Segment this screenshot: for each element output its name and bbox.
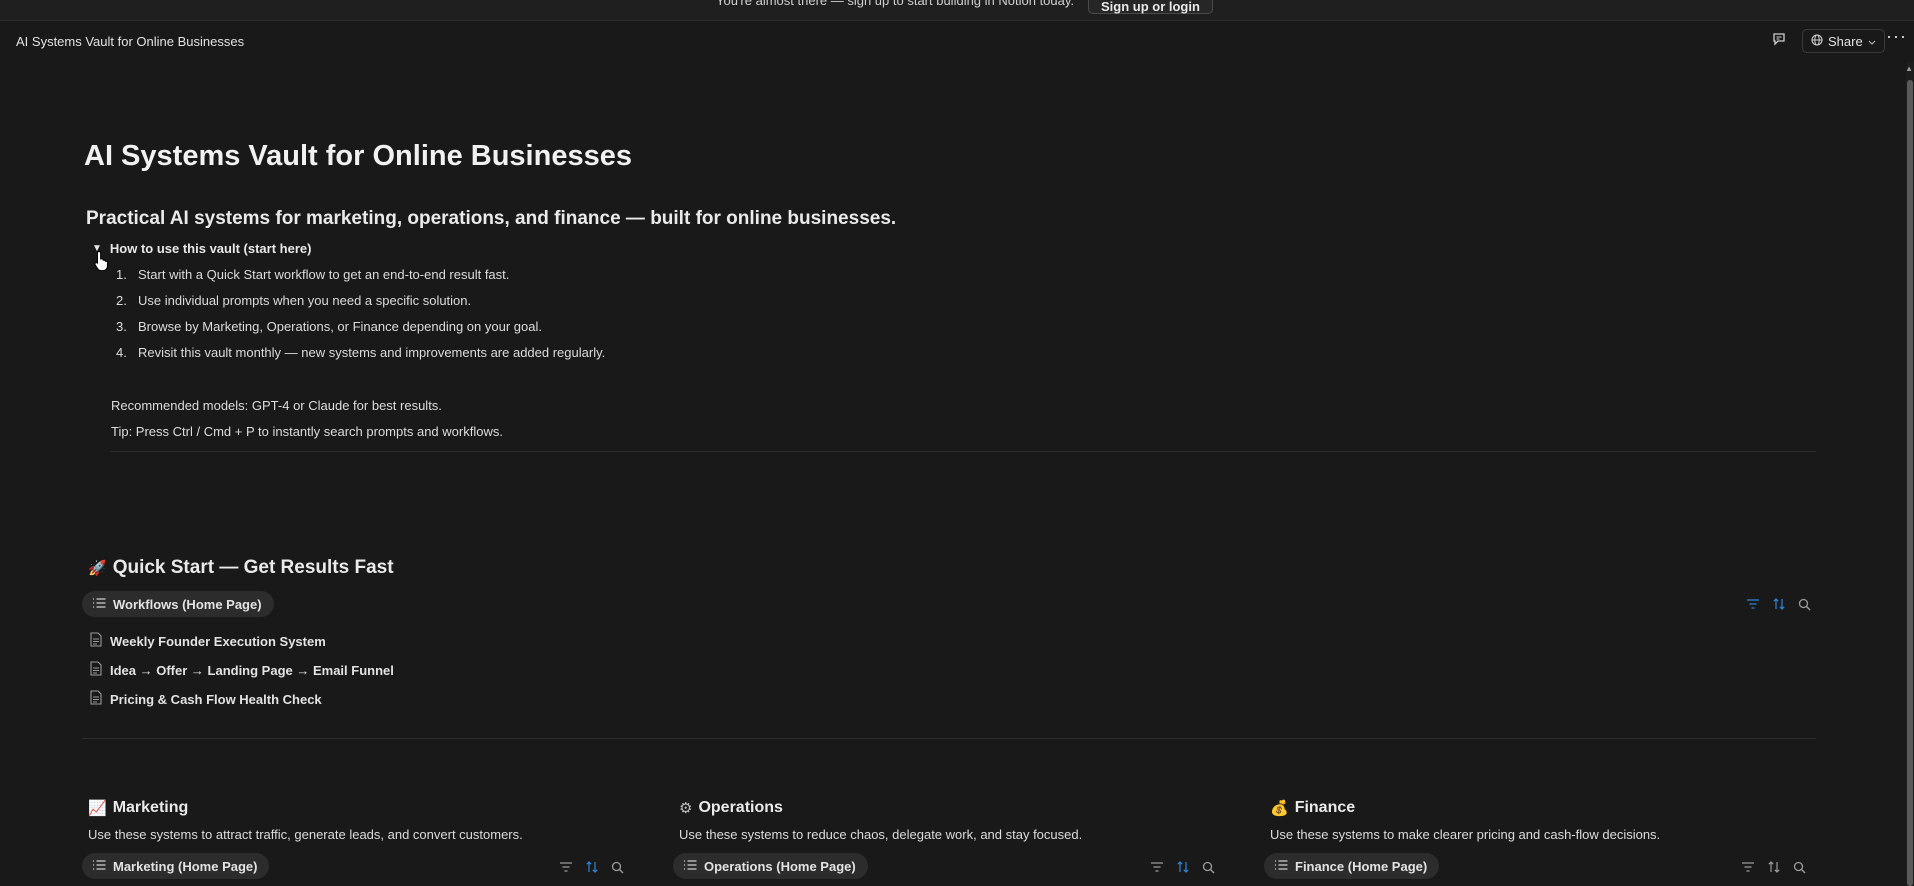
sort-icon[interactable] [1772, 597, 1786, 611]
list-view-icon [92, 859, 106, 874]
operations-heading-text: Operations [698, 799, 783, 816]
finance-view-tools [1741, 860, 1806, 874]
divider [82, 738, 1816, 739]
steps-list: 1. Start with a Quick Start workflow to … [116, 267, 605, 371]
finance-description: Use these systems to make clearer pricin… [1270, 827, 1661, 842]
gear-icon: ⚙ [679, 800, 693, 817]
list-item: 3. Browse by Marketing, Operations, or F… [116, 319, 605, 345]
globe-icon [1811, 33, 1823, 49]
workflow-item[interactable]: Weekly Founder Execution System [90, 632, 326, 650]
list-view-icon [1274, 859, 1288, 874]
step-number: 2. [116, 293, 127, 308]
filter-icon[interactable] [1741, 861, 1755, 873]
view-tab-label: Workflows (Home Page) [113, 596, 262, 612]
breadcrumb-page-title[interactable]: AI Systems Vault for Online Businesses [16, 34, 244, 49]
money-bag-icon: 💰 [1270, 800, 1289, 817]
step-number: 1. [116, 267, 127, 282]
finance-view-tab[interactable]: Finance (Home Page) [1264, 853, 1440, 879]
finance-heading: 💰 Finance [1270, 799, 1355, 817]
sort-icon[interactable] [1176, 860, 1190, 874]
marketing-heading: 📈 Marketing [88, 799, 188, 817]
how-to-toggle[interactable]: ▼ How to use this vault (start here) [92, 241, 311, 256]
workflow-item[interactable]: Idea → Offer → Landing Page → Email Funn… [90, 661, 394, 679]
marketing-heading-text: Marketing [112, 799, 189, 816]
page-icon [90, 661, 102, 679]
filter-icon[interactable] [559, 861, 573, 873]
marketing-view-tab[interactable]: Marketing (Home Page) [82, 853, 270, 879]
page-icon [90, 632, 102, 650]
workflow-item-label: Pricing & Cash Flow Health Check [110, 691, 322, 707]
step-number: 4. [116, 345, 127, 360]
view-tab-label: Finance (Home Page) [1295, 858, 1428, 874]
view-tab-label: Operations (Home Page) [704, 858, 856, 874]
list-view-icon [683, 859, 697, 874]
workflow-item-label: Weekly Founder Execution System [110, 633, 326, 649]
signup-banner: You're almost there — sign up to start b… [0, 0, 1914, 21]
step-text: Browse by Marketing, Operations, or Fina… [138, 319, 542, 334]
view-tab-label: Marketing (Home Page) [113, 858, 258, 874]
finance-heading-text: Finance [1294, 799, 1356, 816]
list-view-icon [92, 597, 106, 612]
page-subtitle: Practical AI systems for marketing, oper… [86, 208, 897, 229]
signup-login-button[interactable]: Sign up or login [1088, 0, 1213, 14]
hand-cursor-icon [94, 250, 110, 277]
step-text: Start with a Quick Start workflow to get… [138, 267, 510, 282]
sort-icon[interactable] [585, 860, 599, 874]
step-text: Use individual prompts when you need a s… [138, 293, 472, 308]
workflow-item-label: Idea → Offer → Landing Page → Email Funn… [110, 662, 394, 678]
page-icon [90, 690, 102, 708]
models-note: Recommended models: GPT-4 or Claude for … [111, 398, 442, 413]
operations-view-tools [1150, 860, 1215, 874]
operations-description: Use these systems to reduce chaos, deleg… [679, 827, 1083, 842]
top-bar: AI Systems Vault for Online Businesses S… [0, 20, 1914, 62]
comments-icon[interactable] [1771, 31, 1787, 52]
scrollbar[interactable] [1906, 62, 1914, 886]
sort-icon[interactable] [1767, 860, 1781, 874]
step-text: Revisit this vault monthly — new systems… [138, 345, 606, 360]
chevron-down-icon [1868, 34, 1876, 49]
search-icon[interactable] [611, 861, 624, 874]
quick-start-heading-text: Quick Start — Get Results Fast [112, 557, 394, 578]
chart-increasing-icon: 📈 [88, 800, 107, 817]
banner-text: You're almost there — sign up to start b… [716, 0, 1075, 8]
list-item: 2. Use individual prompts when you need … [116, 293, 605, 319]
more-options-button[interactable]: ··· [1886, 27, 1907, 45]
operations-view-tab[interactable]: Operations (Home Page) [673, 853, 868, 879]
workflows-view-tab[interactable]: Workflows (Home Page) [82, 591, 274, 617]
search-icon[interactable] [1202, 861, 1215, 874]
filter-icon[interactable] [1746, 598, 1760, 610]
share-label: Share [1828, 33, 1863, 49]
divider [110, 451, 1816, 452]
filter-icon[interactable] [1150, 861, 1164, 873]
operations-heading: ⚙ Operations [679, 799, 783, 817]
quick-start-view-tools [1746, 597, 1811, 611]
search-icon[interactable] [1798, 598, 1811, 611]
page-title: AI Systems Vault for Online Businesses [84, 140, 632, 172]
search-icon[interactable] [1793, 861, 1806, 874]
rocket-icon: 🚀 [88, 560, 107, 577]
toggle-label: How to use this vault (start here) [109, 241, 312, 256]
marketing-view-tools [559, 860, 624, 874]
marketing-description: Use these systems to attract traffic, ge… [88, 827, 523, 842]
workflow-item[interactable]: Pricing & Cash Flow Health Check [90, 690, 322, 708]
scroll-up-arrow-icon[interactable]: ▲ [1905, 64, 1913, 73]
list-item: 4. Revisit this vault monthly — new syst… [116, 345, 605, 371]
share-button[interactable]: Share [1802, 29, 1885, 53]
quick-start-heading: 🚀 Quick Start — Get Results Fast [88, 557, 394, 579]
list-item: 1. Start with a Quick Start workflow to … [116, 267, 605, 293]
scrollbar-thumb[interactable] [1907, 80, 1913, 886]
step-number: 3. [116, 319, 127, 334]
search-tip: Tip: Press Ctrl / Cmd + P to instantly s… [111, 424, 503, 439]
